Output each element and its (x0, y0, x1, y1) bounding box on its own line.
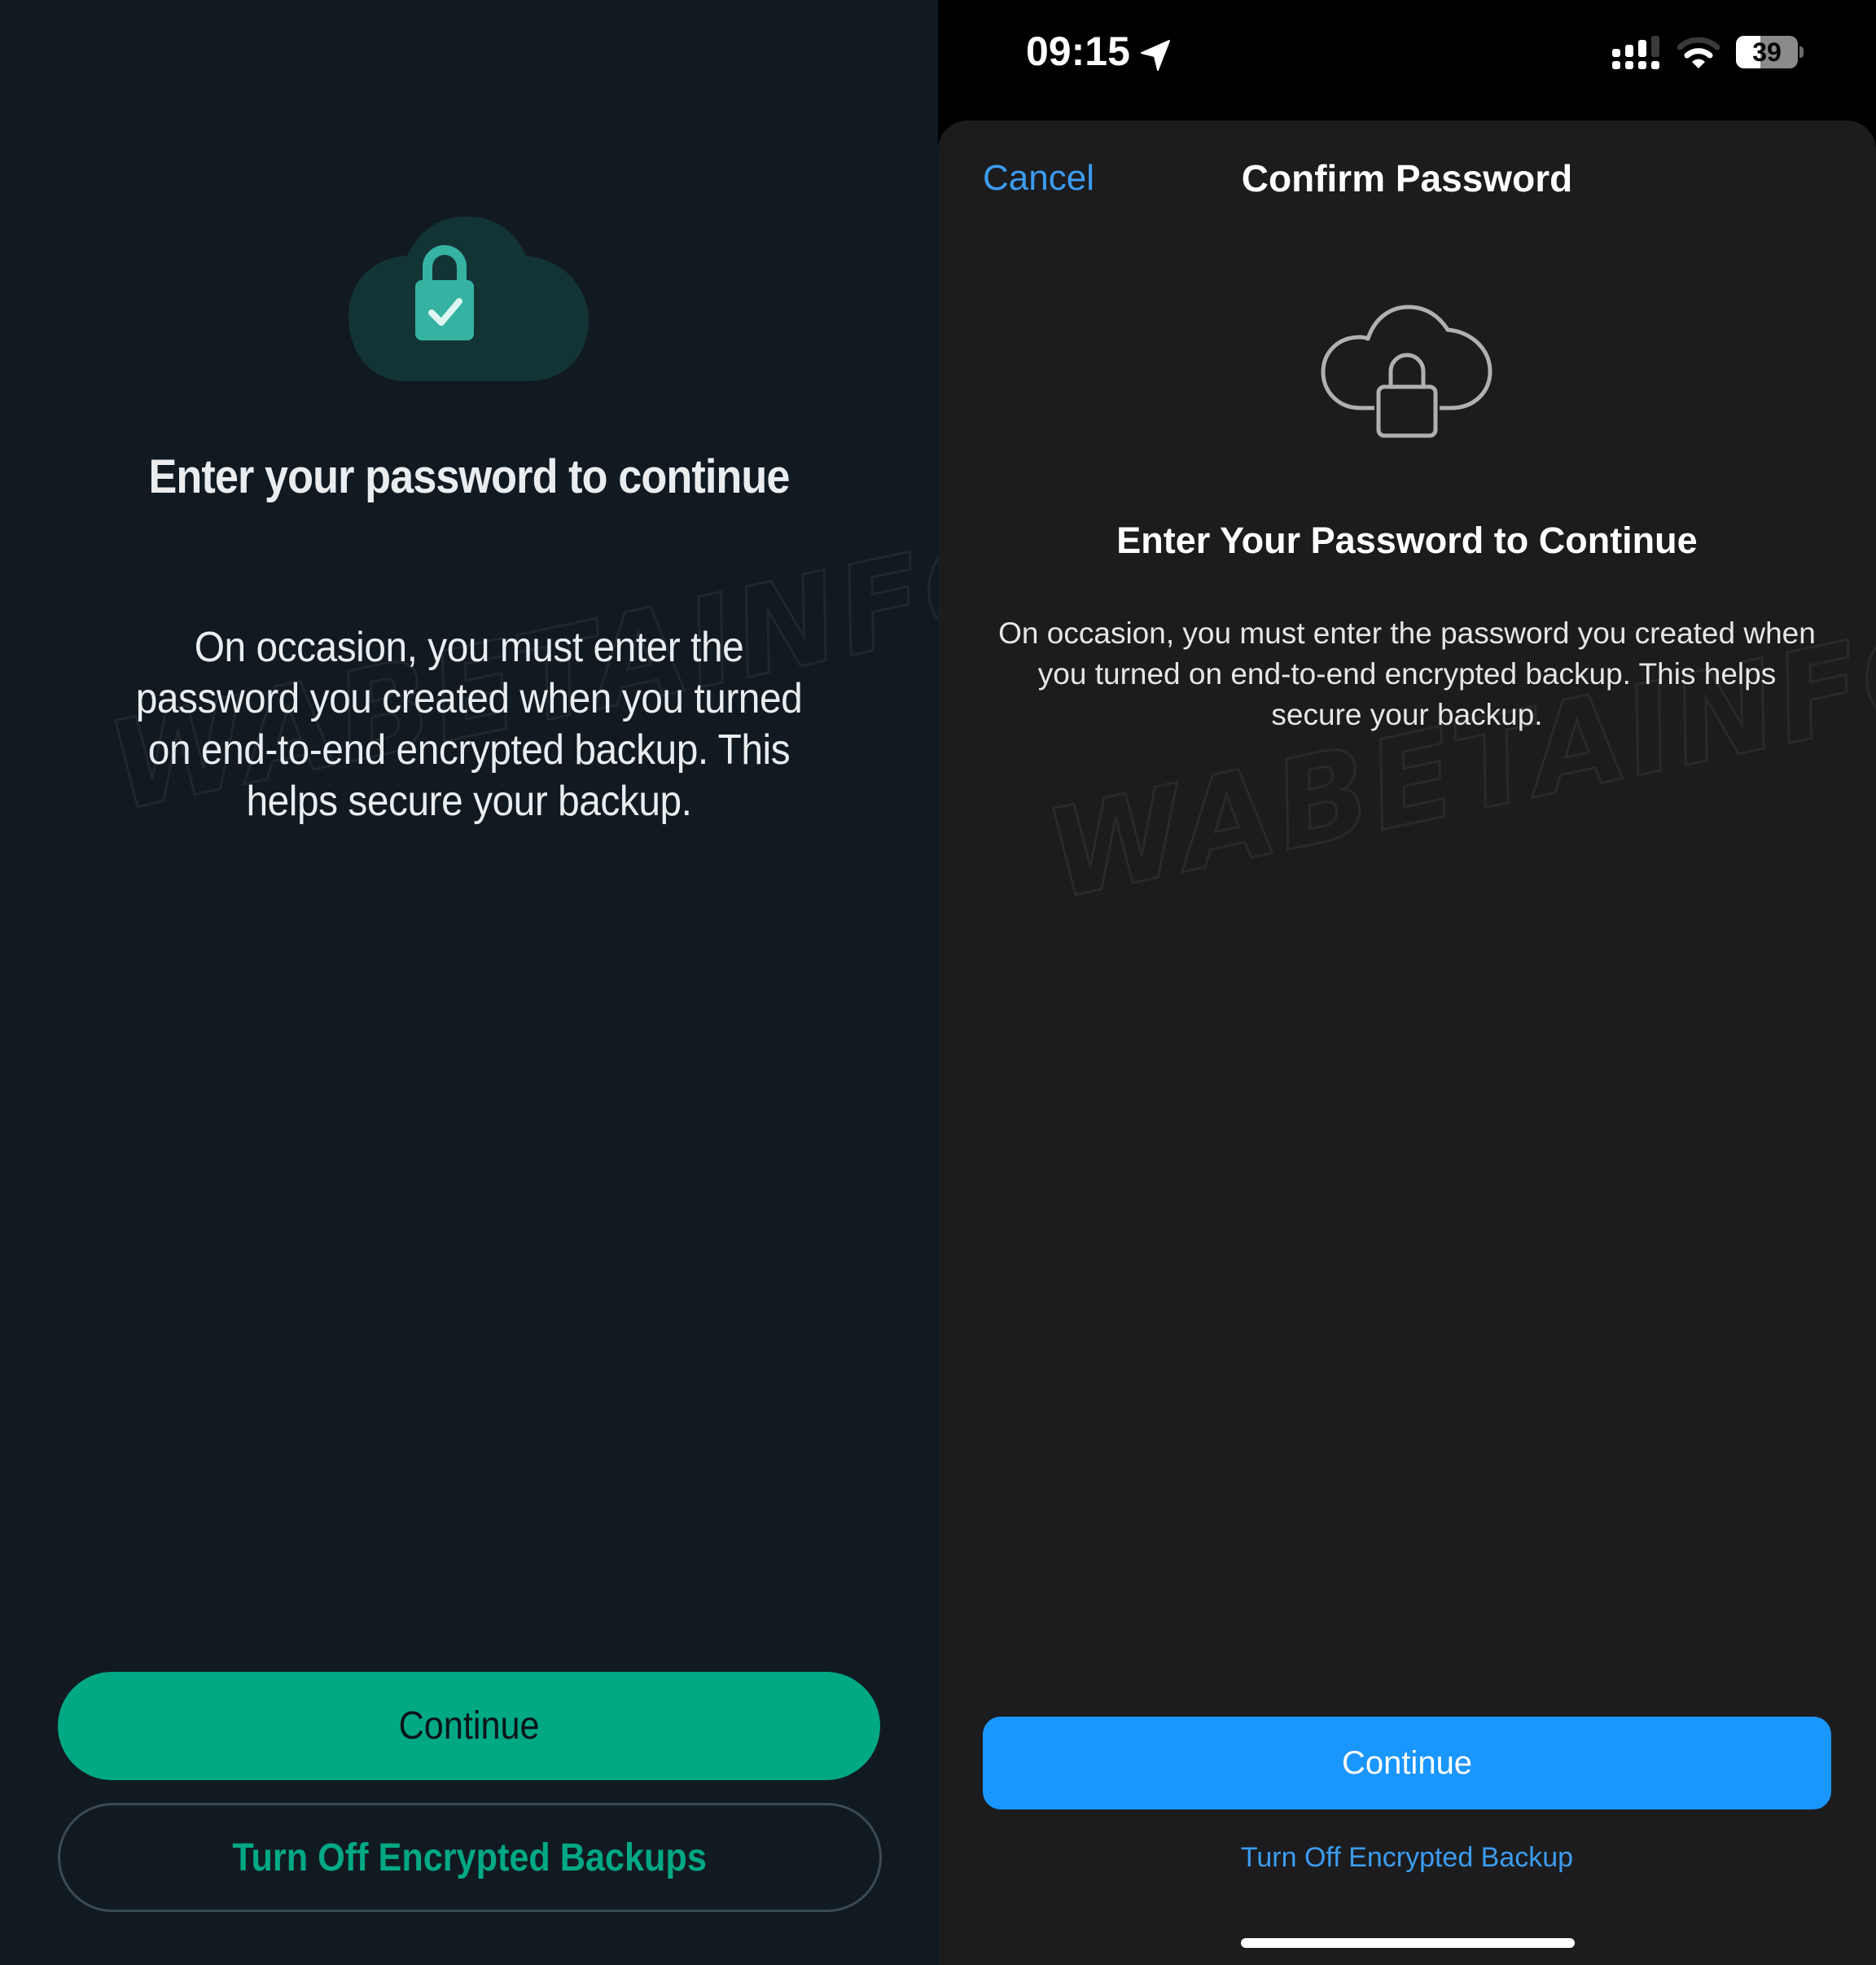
status-time: 09:15 (1026, 29, 1130, 74)
home-indicator[interactable] (1241, 1938, 1575, 1948)
continue-button[interactable]: Continue (58, 1672, 880, 1780)
cloud-lock-check-icon (348, 217, 589, 381)
cloud-lock-icon (1321, 305, 1492, 438)
turn-off-encrypted-backups-button[interactable]: Turn Off Encrypted Backups (58, 1803, 882, 1912)
continue-button-label: Continue (398, 1704, 540, 1748)
continue-button-label: Continue (1341, 1744, 1473, 1781)
turn-off-button-label: Turn Off Encrypted Backups (232, 1836, 708, 1879)
wifi-icon (1677, 37, 1720, 68)
cellular-signal-icon (1612, 36, 1659, 69)
status-bar: 09:15 39 (938, 0, 1876, 114)
battery-nub (1799, 46, 1804, 58)
ios-screen: 09:15 39 WABETAINFO Cancel Confirm Passw… (938, 0, 1876, 1965)
description-text: On occasion, you must enter the password… (998, 616, 1816, 731)
page-heading: Enter your password to continue (148, 450, 790, 503)
battery-percent: 39 (1752, 37, 1782, 67)
nav-title: Confirm Password (1241, 157, 1573, 200)
modal-sheet: WABETAINFO Cancel Confirm Password Enter… (938, 121, 1876, 1965)
description-text: On occasion, you must enter the password… (135, 624, 803, 825)
battery-indicator: 39 (1736, 36, 1804, 68)
continue-button[interactable]: Continue (983, 1717, 1831, 1809)
turn-off-encrypted-backup-link[interactable]: Turn Off Encrypted Backup (938, 1842, 1876, 1874)
location-arrow-icon (1141, 40, 1170, 71)
page-heading: Enter Your Password to Continue (1116, 520, 1698, 561)
android-screen: WABETAINFO Enter your password to contin… (0, 0, 938, 1965)
